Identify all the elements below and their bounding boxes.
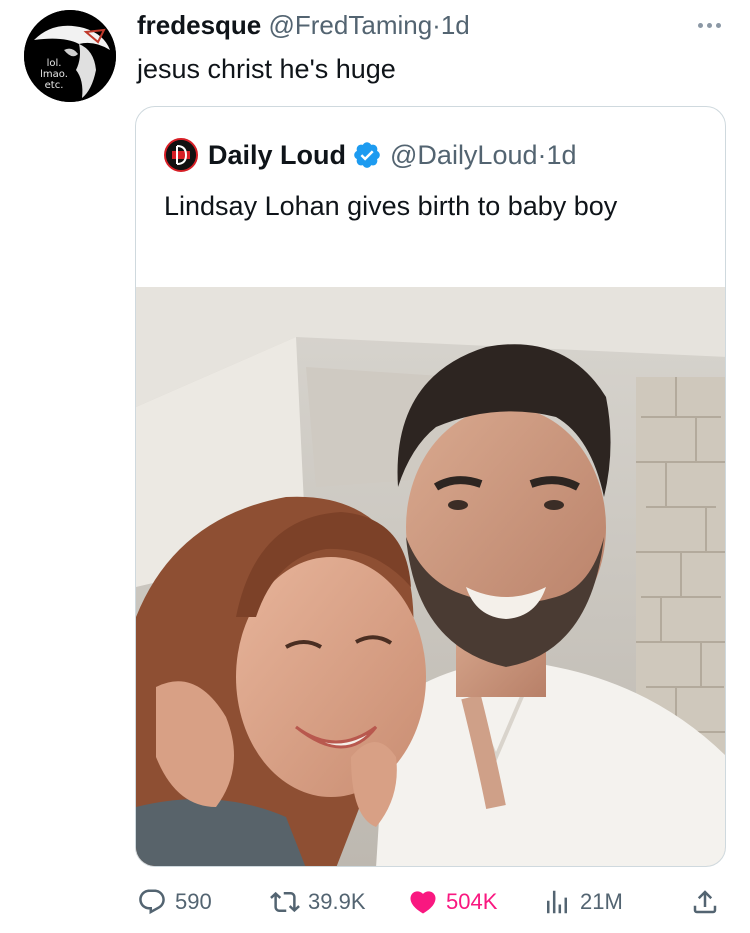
tweet-timestamp[interactable]: 1d bbox=[441, 10, 470, 40]
reply-icon bbox=[139, 889, 165, 915]
photo-image bbox=[136, 287, 725, 866]
retweet-button[interactable]: 39.9K bbox=[270, 884, 366, 920]
quoted-tweet-timestamp[interactable]: 1d bbox=[547, 140, 577, 171]
share-button[interactable] bbox=[690, 884, 720, 920]
separator-dot: · bbox=[432, 10, 441, 40]
quoted-tweet-header: Daily Loud @DailyLoud · 1d bbox=[164, 137, 577, 173]
views-button[interactable]: 21M bbox=[542, 884, 623, 920]
like-count: 504K bbox=[446, 889, 498, 914]
quoted-author-avatar[interactable] bbox=[164, 138, 198, 172]
quoted-author-handle[interactable]: @DailyLoud bbox=[390, 140, 538, 171]
views-chart-icon bbox=[547, 890, 567, 914]
author-handle[interactable]: @FredTaming bbox=[269, 10, 433, 40]
avatar-caption: lol. lmao. etc. bbox=[24, 58, 84, 91]
avatar-caption-line: lmao. bbox=[40, 69, 68, 80]
separator-dot: · bbox=[537, 139, 547, 170]
quoted-tweet-photo[interactable] bbox=[136, 287, 725, 866]
retweet-count: 39.9K bbox=[308, 889, 366, 914]
verified-badge-icon bbox=[354, 142, 380, 168]
like-button[interactable]: 504K bbox=[408, 884, 497, 920]
avatar-caption-line: etc. bbox=[44, 80, 64, 91]
more-dot-icon bbox=[698, 22, 703, 28]
author-display-name[interactable]: fredesque bbox=[137, 10, 261, 40]
tweet-action-bar: 590 39.9K 504K 21M bbox=[0, 884, 750, 920]
retweet-icon bbox=[270, 891, 300, 913]
more-dot-icon bbox=[716, 22, 721, 28]
reply-button[interactable]: 590 bbox=[137, 884, 212, 920]
more-dot-icon bbox=[707, 22, 712, 28]
quoted-author-display-name[interactable]: Daily Loud bbox=[208, 140, 346, 171]
views-count: 21M bbox=[580, 889, 623, 914]
author-avatar[interactable]: lol. lmao. etc. bbox=[24, 10, 116, 102]
daily-loud-logo-icon bbox=[166, 140, 196, 170]
avatar-caption-line: lol. bbox=[46, 58, 62, 69]
quoted-tweet-text: Lindsay Lohan gives birth to baby boy bbox=[164, 191, 618, 221]
tweet-header: fredesque @FredTaming·1d bbox=[137, 8, 470, 42]
reply-count: 590 bbox=[175, 889, 212, 914]
tweet-text: jesus christ he's huge bbox=[137, 54, 396, 84]
more-options-button[interactable] bbox=[698, 18, 728, 32]
quoted-tweet-card[interactable]: Daily Loud @DailyLoud · 1d Lindsay Lohan g… bbox=[135, 106, 726, 867]
heart-icon bbox=[410, 891, 436, 914]
share-icon bbox=[693, 890, 717, 914]
